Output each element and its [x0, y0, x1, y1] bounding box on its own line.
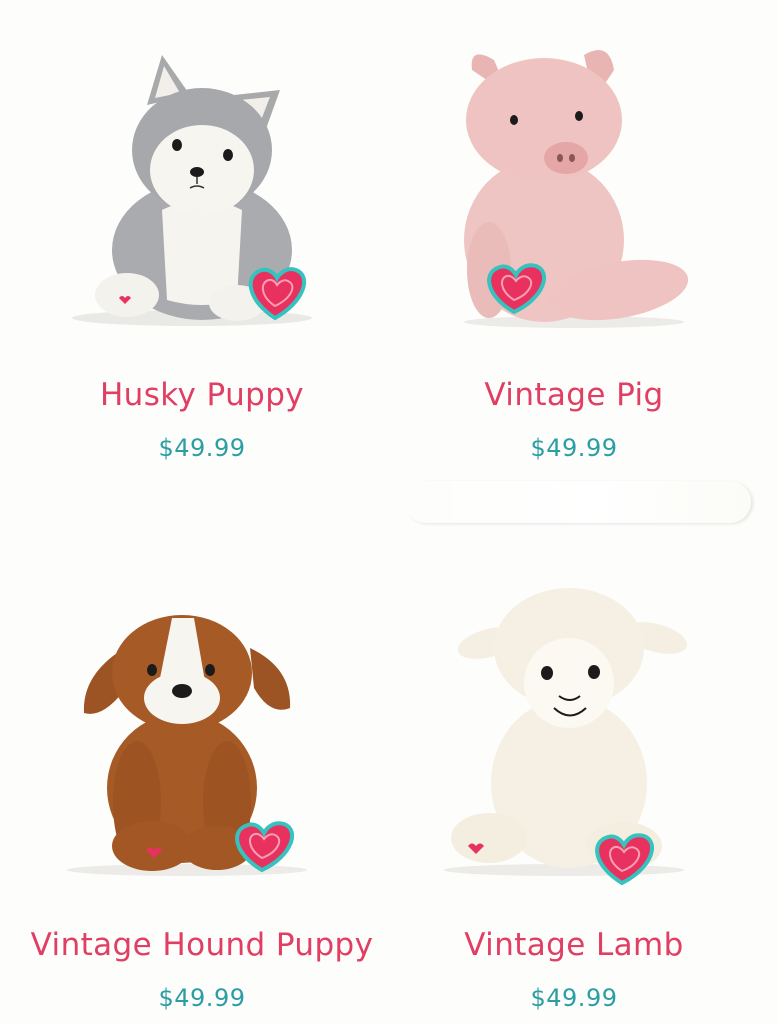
- product-price: $49.99: [158, 984, 246, 1012]
- product-name[interactable]: Vintage Lamb: [394, 930, 754, 961]
- husky-plush-image[interactable]: [22, 0, 382, 360]
- pig-plush-image[interactable]: [394, 0, 754, 360]
- product-name[interactable]: Vintage Hound Puppy: [22, 930, 382, 961]
- product-card-vintage-pig[interactable]: Vintage Pig $49.99: [394, 0, 754, 460]
- faded-pill-overlay: [405, 481, 751, 523]
- product-card-vintage-lamb[interactable]: Vintage Lamb $49.99: [394, 548, 754, 1010]
- lamb-plush-image[interactable]: [394, 548, 754, 908]
- product-name[interactable]: Husky Puppy: [22, 380, 382, 411]
- product-price: $49.99: [158, 434, 246, 462]
- product-card-husky-puppy[interactable]: Husky Puppy $49.99: [22, 0, 382, 460]
- product-name[interactable]: Vintage Pig: [394, 380, 754, 411]
- product-price: $49.99: [530, 984, 618, 1012]
- product-price: $49.99: [530, 434, 618, 462]
- hound-plush-image[interactable]: [22, 548, 382, 908]
- product-card-vintage-hound-puppy[interactable]: Vintage Hound Puppy $49.99: [22, 548, 382, 1010]
